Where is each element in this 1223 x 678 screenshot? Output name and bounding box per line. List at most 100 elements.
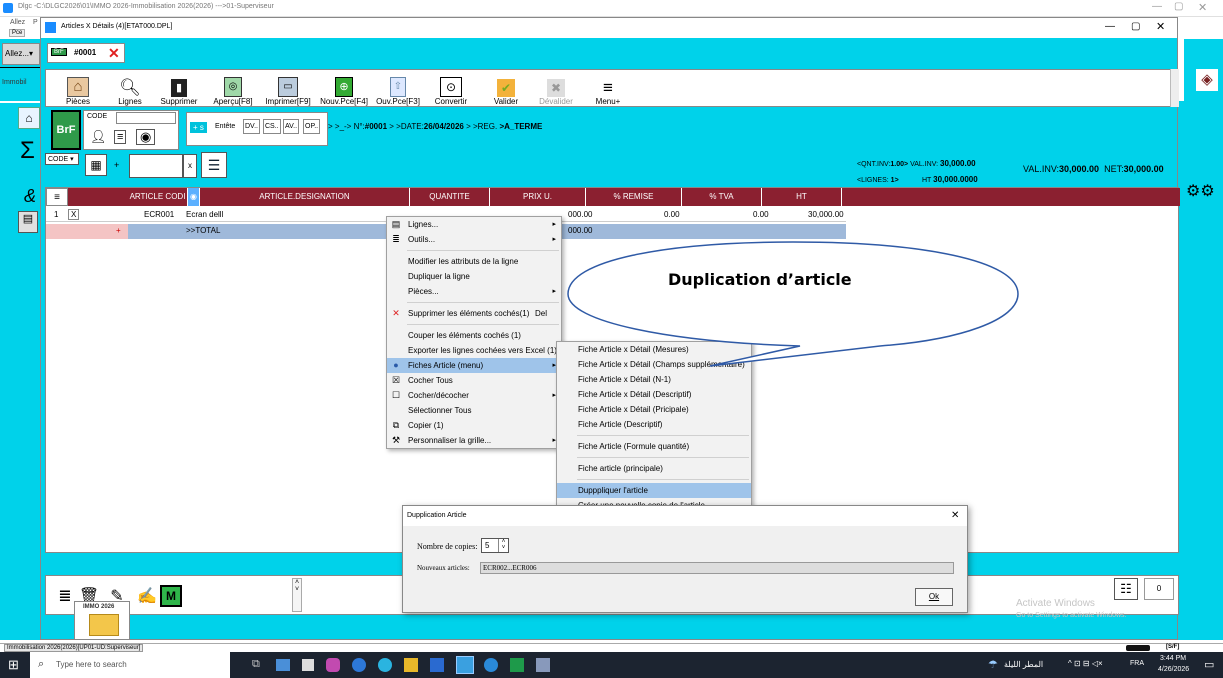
menu-item-copier-1[interactable]: ⧉ Copier (1) bbox=[387, 418, 561, 433]
convertir-button[interactable]: ⊙ Convertir bbox=[428, 70, 474, 106]
col-sort-icon[interactable]: ◉ bbox=[188, 188, 200, 206]
tray-icons[interactable]: ^ ⊡ ⊟ ◁× bbox=[1068, 659, 1103, 668]
subtab-av[interactable]: AV.. bbox=[283, 119, 300, 134]
col-article-code[interactable]: ARTICLE CODI bbox=[128, 188, 188, 206]
outer-restore-button[interactable]: ▢ bbox=[1174, 1, 1183, 12]
code-dropdown[interactable]: CODE ▾ bbox=[45, 153, 79, 165]
code-input[interactable] bbox=[116, 112, 176, 124]
apercu-button[interactable]: ◎ Aperçu[F8] bbox=[210, 70, 256, 106]
taskbar-app-5[interactable] bbox=[378, 658, 392, 672]
menu-allez[interactable]: Allez bbox=[10, 19, 25, 26]
menu-item-modifier-les-attributs-de-la-ligne[interactable]: Modifier les attributs de la ligne bbox=[387, 254, 561, 269]
inner-restore-button[interactable]: ▢ bbox=[1131, 21, 1140, 32]
lang-indicator[interactable]: FRA bbox=[1130, 660, 1144, 667]
task-view-icon[interactable]: ⧉ bbox=[252, 658, 260, 671]
total-plus[interactable]: + bbox=[116, 224, 121, 238]
gears-icon[interactable]: ⚙⚙ bbox=[1186, 181, 1215, 201]
plus-s-button[interactable]: + s bbox=[190, 122, 207, 133]
menu-item-cocher-tous[interactable]: ☒ Cocher Tous bbox=[387, 373, 561, 388]
menu-item-selectionner-tous[interactable]: Sélectionner Tous bbox=[387, 403, 561, 418]
left-grid-icon[interactable]: ▤ bbox=[18, 211, 38, 233]
pieces-button[interactable]: ⌂ Pièces bbox=[60, 70, 96, 106]
taskbar-app-11[interactable] bbox=[536, 658, 550, 672]
col-remise[interactable]: % REMISE bbox=[586, 188, 682, 206]
script-icon[interactable]: & bbox=[24, 186, 36, 207]
toolbar-scrollbar[interactable] bbox=[1170, 69, 1179, 107]
ouv-pce-button[interactable]: ⇧ Ouv.Pce[F3] bbox=[372, 70, 424, 106]
lignes-button[interactable]: 🔍︎ Lignes bbox=[110, 70, 150, 107]
pce-tab[interactable]: Pce bbox=[9, 29, 26, 37]
menu-item-fiche-article-principale[interactable]: Fiche article (principale) bbox=[557, 461, 751, 476]
windows-start-icon[interactable]: ⊞ bbox=[8, 657, 19, 673]
allez-button[interactable]: Allez...▾ bbox=[2, 43, 40, 65]
tab-close-icon[interactable]: ✕ bbox=[108, 45, 120, 62]
copies-spinner[interactable]: 5 ˄ ˅ bbox=[481, 538, 509, 553]
col-designation[interactable]: ARTICLE.DESIGNATION bbox=[200, 188, 410, 206]
menu-item-outils[interactable]: ≣ Outils... ▸ bbox=[387, 232, 561, 247]
person-icon[interactable]: 👤︎ bbox=[90, 129, 107, 145]
col-prix[interactable]: PRIX U. bbox=[490, 188, 586, 206]
subtab-entete[interactable]: Entête bbox=[215, 123, 235, 130]
calendar-icon[interactable]: ▦ bbox=[85, 154, 107, 176]
outer-close-button[interactable]: ✕ bbox=[1198, 1, 1207, 14]
dialog-close-button[interactable]: ✕ bbox=[951, 510, 959, 521]
taskbar-app-4[interactable] bbox=[352, 658, 366, 672]
menu-item-pieces[interactable]: Pièces... ▸ bbox=[387, 284, 561, 299]
row-check[interactable]: X bbox=[68, 209, 80, 220]
filter-input[interactable] bbox=[129, 154, 183, 178]
menu-item-couper-les-elements-coches-1[interactable]: Couper les éléments cochés (1) bbox=[387, 328, 561, 343]
menu-item-lignes[interactable]: ▤ Lignes... ▸ bbox=[387, 217, 561, 232]
taskbar-app-9[interactable] bbox=[484, 658, 498, 672]
inner-minimize-button[interactable]: — bbox=[1105, 21, 1115, 32]
taskbar-app-2[interactable] bbox=[302, 659, 314, 671]
menu-item-dupliquer-la-ligne[interactable]: Dupliquer la ligne bbox=[387, 269, 561, 284]
menu-item-fiche-article-formule-quantite[interactable]: Fiche Article (Formule quantité) bbox=[557, 439, 751, 454]
menu-item-dupppliquer-l-article[interactable]: Dupppliquer l'article bbox=[557, 483, 751, 498]
menu-plus-button[interactable]: ≡ Menu+ bbox=[588, 70, 628, 107]
taskbar-app-6[interactable] bbox=[404, 658, 418, 672]
menu-item-fiche-article-descriptif[interactable]: Fiche Article (Descriptif) bbox=[557, 417, 751, 432]
clear-x-button[interactable]: x bbox=[183, 154, 197, 178]
col-tva[interactable]: % TVA bbox=[682, 188, 762, 206]
plus-button[interactable]: + bbox=[114, 160, 119, 170]
devalider-button[interactable]: ✖ Dévalider bbox=[534, 70, 578, 106]
nouv-pce-button[interactable]: ⊕ Nouv.Pce[F4] bbox=[316, 70, 372, 106]
settings-sliders-icon[interactable]: ☷ bbox=[1114, 578, 1138, 600]
menu-item-supprimer-les-elements-coches-1[interactable]: ✕ Supprimer les éléments cochés(1) Del bbox=[387, 306, 561, 321]
sigma-icon[interactable]: Σ bbox=[20, 139, 35, 163]
taskbar-app-7[interactable] bbox=[430, 658, 444, 672]
imprimer-button[interactable]: ▭ Imprimer[F9] bbox=[262, 70, 314, 106]
zero-button[interactable]: 0 bbox=[1144, 578, 1174, 600]
list-icon[interactable]: ≡ bbox=[114, 130, 127, 144]
filter-icon[interactable]: ☰ bbox=[201, 152, 227, 178]
outer-minimize-button[interactable]: — bbox=[1152, 1, 1162, 12]
subtab-cs[interactable]: CS.. bbox=[263, 119, 281, 134]
subtab-dv[interactable]: DV.. bbox=[243, 119, 260, 134]
taskbar-app-3[interactable] bbox=[326, 658, 340, 672]
col-ht[interactable]: HT bbox=[762, 188, 842, 206]
immo-folder[interactable]: IMMO 2026 bbox=[74, 601, 130, 640]
excel-icon[interactable]: M bbox=[160, 585, 182, 607]
menu-item-personnaliser-la-grille[interactable]: ⚒ Personnaliser la grille... ▸ bbox=[387, 433, 561, 448]
taskbar-app-10[interactable] bbox=[510, 658, 524, 672]
menu-p[interactable]: P bbox=[33, 19, 38, 26]
bottom-scroll[interactable]: ˄ ˅ bbox=[292, 578, 302, 612]
menu-item-cocher-decocher[interactable]: ☐ Cocher/décocher ▸ bbox=[387, 388, 561, 403]
eye-icon[interactable]: ◉ bbox=[136, 129, 156, 145]
book-icon[interactable]: ◈ bbox=[1196, 69, 1218, 91]
subtab-op[interactable]: OP.. bbox=[303, 119, 321, 134]
notification-icon[interactable]: ▭ bbox=[1204, 658, 1214, 671]
menu-item-exporter-les-lignes-cochees-vers-excel-1[interactable]: Exporter les lignes cochées vers Excel (… bbox=[387, 343, 561, 358]
inner-close-button[interactable]: ✕ bbox=[1156, 20, 1165, 33]
taskbar-app-1[interactable] bbox=[276, 659, 290, 671]
menu-item-fiches-article-menu[interactable]: ● Fiches Article (menu) ▸ bbox=[387, 358, 561, 373]
col-quantite[interactable]: QUANTITE bbox=[410, 188, 490, 206]
left-home-icon[interactable]: ⌂ bbox=[18, 107, 40, 129]
valider-button[interactable]: ✔ Valider bbox=[486, 70, 526, 106]
col-menu[interactable]: ≡ bbox=[46, 188, 68, 206]
sign-icon[interactable]: ✍ bbox=[130, 578, 164, 614]
menu-item-fiche-article-x-detail-pricipale[interactable]: Fiche Article x Détail (Pricipale) bbox=[557, 402, 751, 417]
ok-button[interactable]: Ok bbox=[915, 588, 953, 606]
menu-item-fiche-article-x-detail-descriptif[interactable]: Fiche Article x Détail (Descriptif) bbox=[557, 387, 751, 402]
taskbar-search[interactable]: ⌕ Type here to search bbox=[30, 652, 230, 678]
